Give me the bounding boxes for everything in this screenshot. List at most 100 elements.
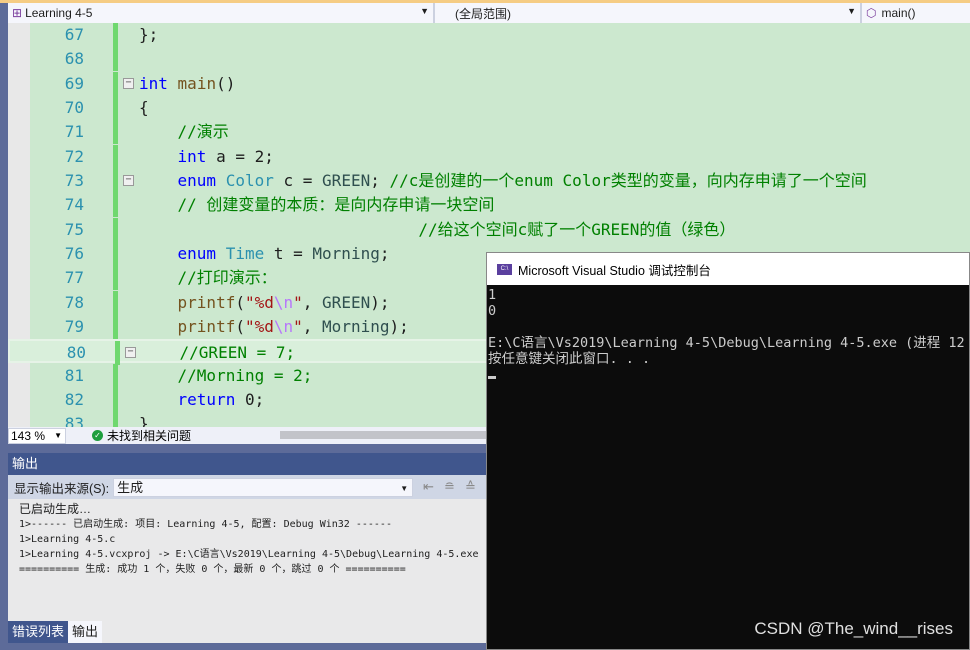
code-token: " <box>293 292 303 312</box>
change-indicator <box>113 23 118 47</box>
code-line[interactable]: 73 − enum Color c = GREEN; //c是创建的一个enum … <box>8 168 970 193</box>
collapse-icon[interactable]: − <box>123 77 134 89</box>
change-indicator <box>113 168 118 193</box>
output-line: 已启动生成… <box>19 502 92 516</box>
console-output[interactable]: 10 E:\C语言\Vs2019\Learning 4-5\Debug\Lear… <box>487 285 969 383</box>
code-text: return 0; <box>139 388 265 412</box>
project-dropdown[interactable]: ⊞ Learning 4-5 ▼ <box>8 3 435 23</box>
line-number: 69 <box>64 73 84 93</box>
code-token: } <box>139 414 149 427</box>
output-line: 1>Learning 4-5.c <box>19 534 116 545</box>
console-title-bar[interactable]: C:\ Microsoft Visual Studio 调试控制台 <box>487 253 969 285</box>
code-text: printf("%d\n", GREEN); <box>139 291 390 315</box>
line-number: 81 <box>64 365 84 385</box>
issues-text: 未找到相关问题 <box>107 429 192 443</box>
code-token: //给这个空间c赋了一个GREEN的值（绿色） <box>418 219 736 239</box>
change-indicator <box>113 314 118 339</box>
tab-output[interactable]: 输出 <box>68 621 103 643</box>
code-text: // 创建变量的本质：是向内存申请一块空间 <box>139 193 495 217</box>
code-token: main <box>177 73 217 93</box>
console-app-icon: C:\ <box>497 263 512 275</box>
line-number: 68 <box>64 49 84 69</box>
code-text: }; <box>139 23 158 47</box>
code-line[interactable]: 75 //给这个空间c赋了一个GREEN的值（绿色） <box>8 217 970 242</box>
change-indicator <box>113 120 118 145</box>
code-token: , <box>302 316 323 336</box>
code-token: return <box>177 389 236 409</box>
code-text: { <box>139 96 149 120</box>
chevron-down-icon: ▼ <box>400 483 409 493</box>
output-panel: 输出 显示输出来源(S): 生成 ▼ ⇤ ≘ ≙ 已启动生成… 1>------ 已… <box>8 453 488 643</box>
change-indicator <box>113 217 118 242</box>
horizontal-scrollbar[interactable] <box>280 431 488 439</box>
code-token: ); <box>389 316 409 336</box>
output-line: 1>Learning 4-5.vcxproj -> E:\C语言\Vs2019\… <box>19 549 479 560</box>
change-indicator <box>113 266 118 291</box>
line-number: 77 <box>64 268 84 288</box>
next-message-icon[interactable]: ≙ <box>465 479 476 495</box>
code-token: }; <box>139 25 159 44</box>
function-icon: ⬡ <box>866 6 877 20</box>
debug-console-window[interactable]: C:\ Microsoft Visual Studio 调试控制台 10 E:\C… <box>486 252 970 650</box>
code-line[interactable]: 69 − int main() <box>8 71 970 96</box>
output-text[interactable]: 已启动生成… 1>------ 已启动生成: 项目: Learning 4-5, … <box>8 499 488 577</box>
code-line[interactable]: 70 { <box>8 95 970 120</box>
change-indicator <box>113 144 118 169</box>
code-line[interactable]: 74 // 创建变量的本质：是向内存申请一块空间 <box>8 193 970 218</box>
code-text: printf("%d\n", Morning); <box>139 315 409 339</box>
output-source-dropdown[interactable]: 生成 ▼ <box>113 477 414 497</box>
code-token: ; <box>379 243 390 263</box>
check-circle-icon: ✓ <box>92 430 103 441</box>
navigation-bar: ⊞ Learning 4-5 ▼ (全局范围) ▼ ⬡ main() <box>8 3 970 23</box>
collapse-icon[interactable]: − <box>123 174 134 186</box>
member-dropdown[interactable]: ⬡ main() <box>862 3 970 23</box>
code-token: , <box>302 292 323 312</box>
code-text: //演示 <box>139 120 229 144</box>
member-label: main() <box>881 6 916 20</box>
code-line[interactable]: 68 <box>8 47 970 72</box>
scope-label: (全局范围) <box>455 6 511 21</box>
code-token: int <box>177 146 207 166</box>
scope-dropdown[interactable]: (全局范围) ▼ <box>435 3 862 23</box>
console-line: 0 <box>488 303 497 319</box>
code-token: enum <box>177 243 217 263</box>
project-label: Learning 4-5 <box>25 6 93 20</box>
change-indicator <box>113 71 118 96</box>
code-token: c = <box>273 170 323 190</box>
code-token: // 创建变量的本质：是向内存申请一块空间 <box>177 195 495 215</box>
code-token: Morning <box>322 316 390 336</box>
chevron-down-icon: ▼ <box>847 6 856 16</box>
chevron-down-icon: ▼ <box>420 6 429 16</box>
code-token: ); <box>370 292 390 312</box>
line-number: 79 <box>64 316 84 336</box>
go-to-location-icon[interactable]: ⇤ <box>423 479 434 495</box>
collapse-icon[interactable]: − <box>125 347 136 359</box>
change-indicator <box>113 95 118 120</box>
code-line[interactable]: 71 //演示 <box>8 120 970 145</box>
tab-error-list[interactable]: 错误列表 <box>8 621 69 643</box>
code-line[interactable]: 67}; <box>8 23 970 47</box>
console-title: Microsoft Visual Studio 调试控制台 <box>518 263 711 278</box>
line-number: 70 <box>64 97 84 117</box>
code-line[interactable]: 72 int a = 2; <box>8 144 970 169</box>
previous-message-icon[interactable]: ≘ <box>444 479 455 495</box>
code-token: printf <box>177 316 236 336</box>
code-token: { <box>139 97 149 117</box>
issues-indicator[interactable]: ✓ 未找到相关问题 <box>92 427 191 444</box>
code-token: enum <box>177 170 217 190</box>
zoom-dropdown[interactable]: 143 % ▼ <box>8 427 66 444</box>
change-indicator <box>113 193 118 218</box>
code-token: t = <box>264 243 313 263</box>
line-number: 76 <box>64 243 84 263</box>
output-panel-title: 输出 <box>8 453 488 475</box>
zoom-value: 143 % <box>11 428 46 443</box>
